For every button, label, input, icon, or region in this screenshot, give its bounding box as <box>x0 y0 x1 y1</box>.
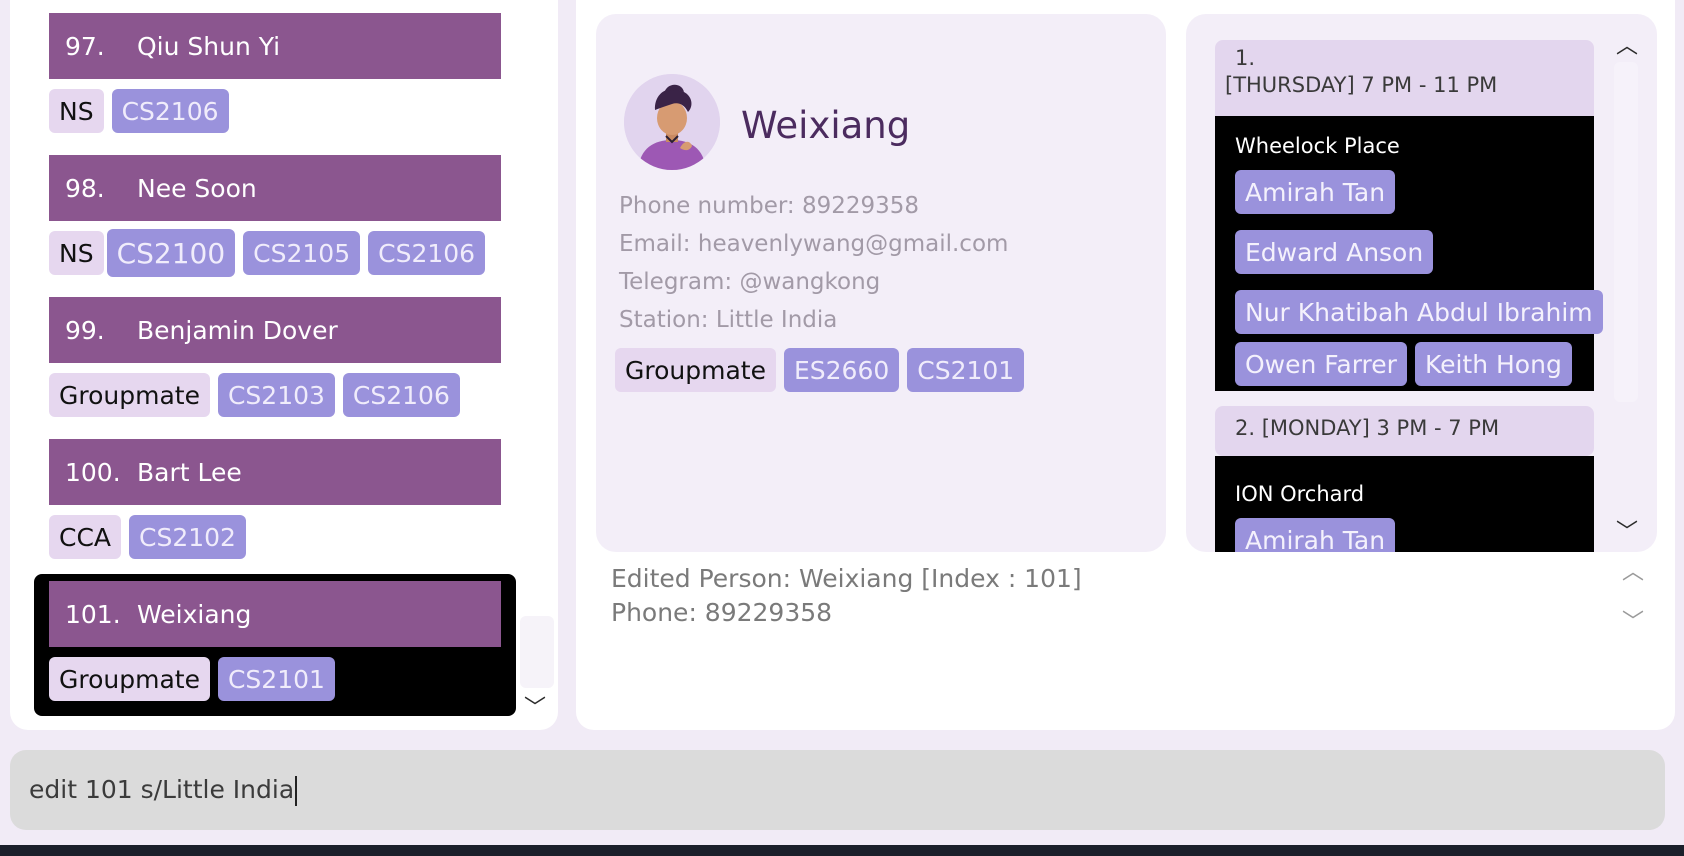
person-name: Bart Lee <box>137 457 242 487</box>
person-name: Weixiang <box>137 599 252 629</box>
detail-station: Station: Little India <box>619 307 838 333</box>
chevron-up-icon[interactable]: ︿ <box>1616 28 1638 60</box>
chevron-down-icon[interactable]: ﹀ <box>1622 604 1644 636</box>
person-card-header: 97. Qiu Shun Yi <box>49 13 501 79</box>
module-tag: CS2106 <box>111 89 229 133</box>
person-card[interactable]: 99. Benjamin Dover Groupmate CS2103 CS21… <box>10 284 558 426</box>
avatar <box>624 74 720 170</box>
taskbar-strip <box>0 845 1684 856</box>
person-card-header: 98. Nee Soon <box>49 155 501 221</box>
detail-telegram: Telegram: @wangkong <box>619 269 881 295</box>
role-tag: Groupmate <box>615 348 776 392</box>
module-tag: CS2101 <box>217 657 335 701</box>
role-tag: Groupmate <box>49 373 210 417</box>
chevron-up-icon[interactable]: ︿ <box>1622 554 1644 586</box>
detail-phone: Phone number: 89229358 <box>619 193 920 219</box>
person-card[interactable]: 98. Nee Soon NS CS2100 CS2105 CS2106 <box>10 142 558 284</box>
schedule-scrollbar[interactable] <box>1614 62 1638 402</box>
module-tag: CS2103 <box>217 373 335 417</box>
chevron-down-icon[interactable]: ﹀ <box>1616 514 1638 546</box>
module-tag: CS2106 <box>342 373 460 417</box>
command-text: edit 101 s/Little India <box>29 774 295 804</box>
role-tag: NS <box>49 89 104 133</box>
person-index: 97. <box>65 31 105 61</box>
member-tag: Amirah Tan <box>1235 170 1396 214</box>
schedule-slot[interactable]: 2. [MONDAY] 3 PM - 7 PM ION Orchard Amir… <box>1215 406 1594 552</box>
module-tag: CS2105 <box>243 231 361 275</box>
schedule-slot-body: ION Orchard Amirah Tan <box>1215 456 1594 552</box>
person-card-header: 99. Benjamin Dover <box>49 297 501 363</box>
schedule-panel[interactable]: 1. [THURSDAY] 7 PM - 11 PM Wheelock Plac… <box>1186 14 1657 552</box>
member-tag: Edward Anson <box>1235 230 1434 274</box>
schedule-slot-header: 1. [THURSDAY] 7 PM - 11 PM <box>1215 40 1594 116</box>
command-box[interactable]: edit 101 s/Little India <box>10 750 1665 830</box>
schedule-slot[interactable]: 1. [THURSDAY] 7 PM - 11 PM Wheelock Plac… <box>1215 40 1603 391</box>
module-tag: CS2102 <box>129 515 246 559</box>
person-list[interactable]: 97. Qiu Shun Yi NS CS2106 98. Nee Soon N… <box>10 0 558 730</box>
result-line: Edited Person: Weixiang [Index : 101] <box>611 564 1082 593</box>
person-card-header: 100. Bart Lee <box>49 439 501 505</box>
command-input[interactable]: edit 101 s/Little India <box>29 775 1629 806</box>
person-name: Qiu Shun Yi <box>137 31 281 61</box>
result-line: Phone: 89229358 <box>611 598 833 627</box>
person-name: Benjamin Dover <box>137 315 338 345</box>
schedule-slot-header: 2. [MONDAY] 3 PM - 7 PM <box>1215 406 1594 456</box>
person-tags: NS CS2106 <box>49 89 229 133</box>
person-detail-card: Weixiang Phone number: 89229358 Email: h… <box>596 14 1166 552</box>
person-index: 100. <box>65 457 121 487</box>
member-tag: Owen Farrer <box>1235 342 1407 386</box>
person-list-panel: 97. Qiu Shun Yi NS CS2106 98. Nee Soon N… <box>10 0 558 730</box>
person-tags: Groupmate CS2101 <box>49 657 335 701</box>
module-tag: CS2101 <box>907 348 1025 392</box>
person-card-selected[interactable]: 101. Weixiang Groupmate CS2101 <box>10 574 558 716</box>
text-caret <box>295 775 298 806</box>
person-index: 98. <box>65 173 105 203</box>
person-tags: CCA CS2102 <box>49 515 246 559</box>
slot-time: [THURSDAY] 7 PM - 11 PM <box>1225 73 1498 97</box>
detail-email: Email: heavenlywang@gmail.com <box>619 231 1009 257</box>
person-name: Nee Soon <box>137 173 257 203</box>
module-tag: CS2100 <box>106 229 236 277</box>
person-index: 101. <box>65 599 121 629</box>
member-tag: Amirah Tan <box>1235 518 1396 552</box>
person-index: 99. <box>65 315 105 345</box>
detail-name: Weixiang <box>741 104 911 147</box>
detail-tags: Groupmate ES2660 CS2101 <box>615 348 1025 392</box>
slot-time: 2. [MONDAY] 3 PM - 7 PM <box>1235 416 1500 440</box>
slot-location: ION Orchard <box>1235 482 1365 506</box>
role-tag: Groupmate <box>49 657 210 701</box>
person-card[interactable]: 100. Bart Lee CCA CS2102 <box>10 426 558 568</box>
slot-members: Amirah Tan <box>1235 518 1574 552</box>
list-scrollbar[interactable] <box>520 616 554 688</box>
role-tag: CCA <box>49 515 122 559</box>
role-tag: NS <box>49 231 104 275</box>
person-card-header: 101. Weixiang <box>49 581 501 647</box>
module-tag: ES2660 <box>783 348 900 392</box>
member-tag: Keith Hong <box>1414 342 1572 386</box>
chevron-down-icon[interactable]: ﹀ <box>524 690 546 722</box>
module-tag: CS2106 <box>368 231 486 275</box>
person-card[interactable]: 97. Qiu Shun Yi NS CS2106 <box>10 0 558 142</box>
person-tags: NS CS2100 CS2105 CS2106 <box>49 229 486 277</box>
slot-location: Wheelock Place <box>1235 134 1400 158</box>
slot-members: Amirah Tan Edward Anson Nur Khatibah Abd… <box>1235 170 1603 386</box>
slot-number: 1. <box>1235 46 1256 70</box>
person-tags: Groupmate CS2103 CS2106 <box>49 373 460 417</box>
member-tag: Nur Khatibah Abdul Ibrahim <box>1235 290 1603 334</box>
result-display: Edited Person: Weixiang [Index : 101] Ph… <box>611 562 1611 630</box>
schedule-slot-body: Wheelock Place Amirah Tan Edward Anson N… <box>1215 116 1603 391</box>
